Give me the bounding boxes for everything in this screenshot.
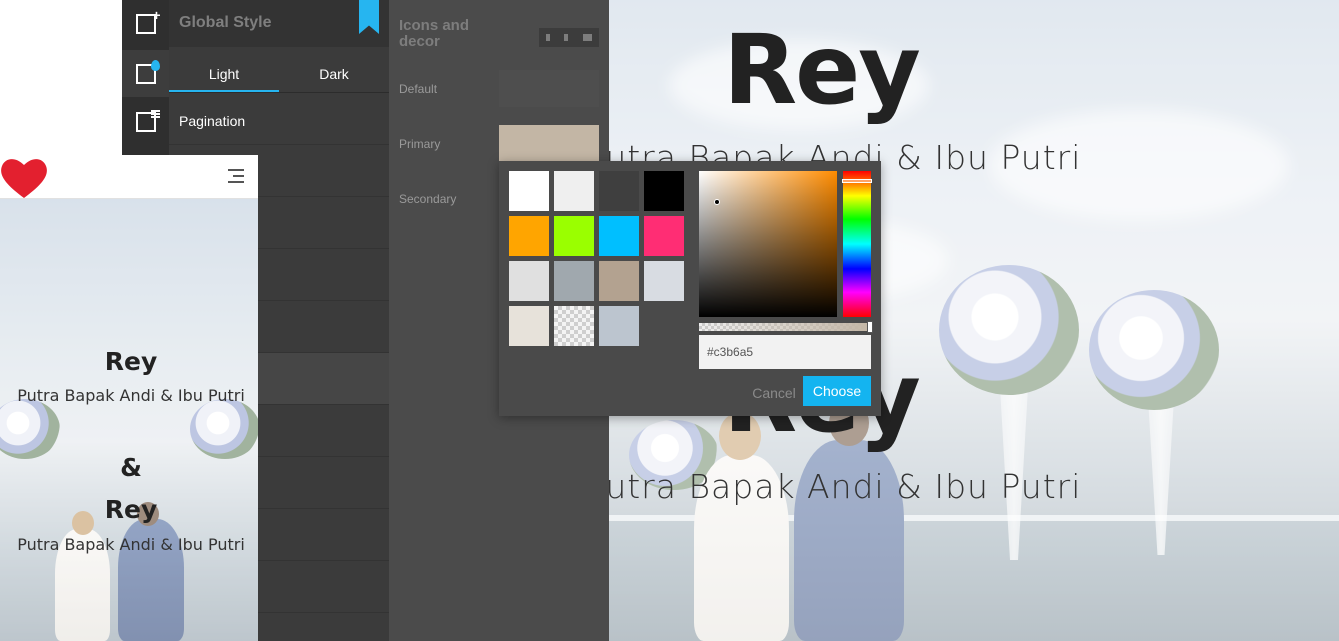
add-section-icon: + [135,8,161,34]
color-preset-swatch[interactable] [554,171,594,211]
color-preset-swatch[interactable] [599,306,639,346]
color-picker-popup: Cancel Choose [499,161,881,416]
color-preset-swatch[interactable] [509,261,549,301]
mobile-name-second: Rey [104,495,158,524]
add-section-button[interactable]: + [122,0,169,47]
panel-title: Global Style [179,14,272,31]
bookmark-icon[interactable] [359,0,379,34]
mobile-navbar [0,155,258,199]
hamburger-menu-icon[interactable] [228,169,244,183]
tab-dark[interactable]: Dark [279,47,389,92]
mobile-subtitle-second: Putra Bapak Andi & Ibu Putri [17,535,245,554]
hue-handle[interactable] [842,179,872,183]
hue-slider[interactable] [842,171,872,317]
color-preset-swatch[interactable] [599,261,639,301]
decor-panel-title: Icons and decor [399,17,470,50]
global-style-header: Global Style [169,0,389,47]
page-settings-button[interactable] [122,98,169,145]
color-preset-swatch[interactable] [554,306,594,346]
color-preset-swatch[interactable] [599,216,639,256]
phone-icon[interactable] [546,34,551,41]
desktop-icon[interactable] [582,34,592,41]
global-style-button[interactable] [122,50,169,97]
mobile-hero: Rey Putra Bapak Andi & Ibu Putri & Rey P… [0,199,258,641]
color-preset-swatch[interactable] [509,216,549,256]
color-preset-swatch[interactable] [644,171,684,211]
alpha-handle[interactable] [867,321,873,333]
mobile-name: Rey [104,347,158,376]
theme-tabs: Light Dark [169,47,389,93]
default-label: Default [399,82,438,96]
editor-icon-rail: + [122,0,169,160]
cancel-button[interactable]: Cancel [749,381,799,405]
primary-color-swatch[interactable] [499,125,599,162]
preview-name: Rey [723,14,921,126]
default-color-swatch[interactable] [499,70,599,107]
alpha-slider[interactable] [699,321,873,333]
color-preset-swatch[interactable] [509,306,549,346]
color-preset-swatch[interactable] [644,216,684,256]
device-switcher[interactable] [539,28,599,47]
choose-button[interactable]: Choose [803,376,871,406]
mobile-wash [0,199,258,641]
page-settings-icon [135,109,160,132]
primary-label: Primary [399,137,441,151]
color-preset-swatch[interactable] [554,216,594,256]
color-preset-swatch[interactable] [599,171,639,211]
color-preset-swatch[interactable] [644,261,684,301]
ampersand: & [120,453,142,482]
tab-light[interactable]: Light [169,47,279,92]
style-item-pagination[interactable]: Pagination [169,93,389,145]
hex-color-input[interactable] [699,335,871,369]
color-preset-swatch[interactable] [554,261,594,301]
global-style-icon [135,59,160,84]
mobile-preview: Rey Putra Bapak Andi & Ibu Putri & Rey P… [0,155,258,641]
saturation-value-area[interactable] [699,171,837,317]
color-preset-swatch[interactable] [509,171,549,211]
mobile-subtitle: Putra Bapak Andi & Ibu Putri [17,386,245,405]
secondary-label: Secondary [399,192,457,206]
preview-subtitle-second: Putra Bapak Andi & Ibu Putri [609,467,1082,506]
heart-icon[interactable] [0,156,48,200]
saturation-handle[interactable] [714,199,720,205]
tablet-icon[interactable] [564,34,569,41]
